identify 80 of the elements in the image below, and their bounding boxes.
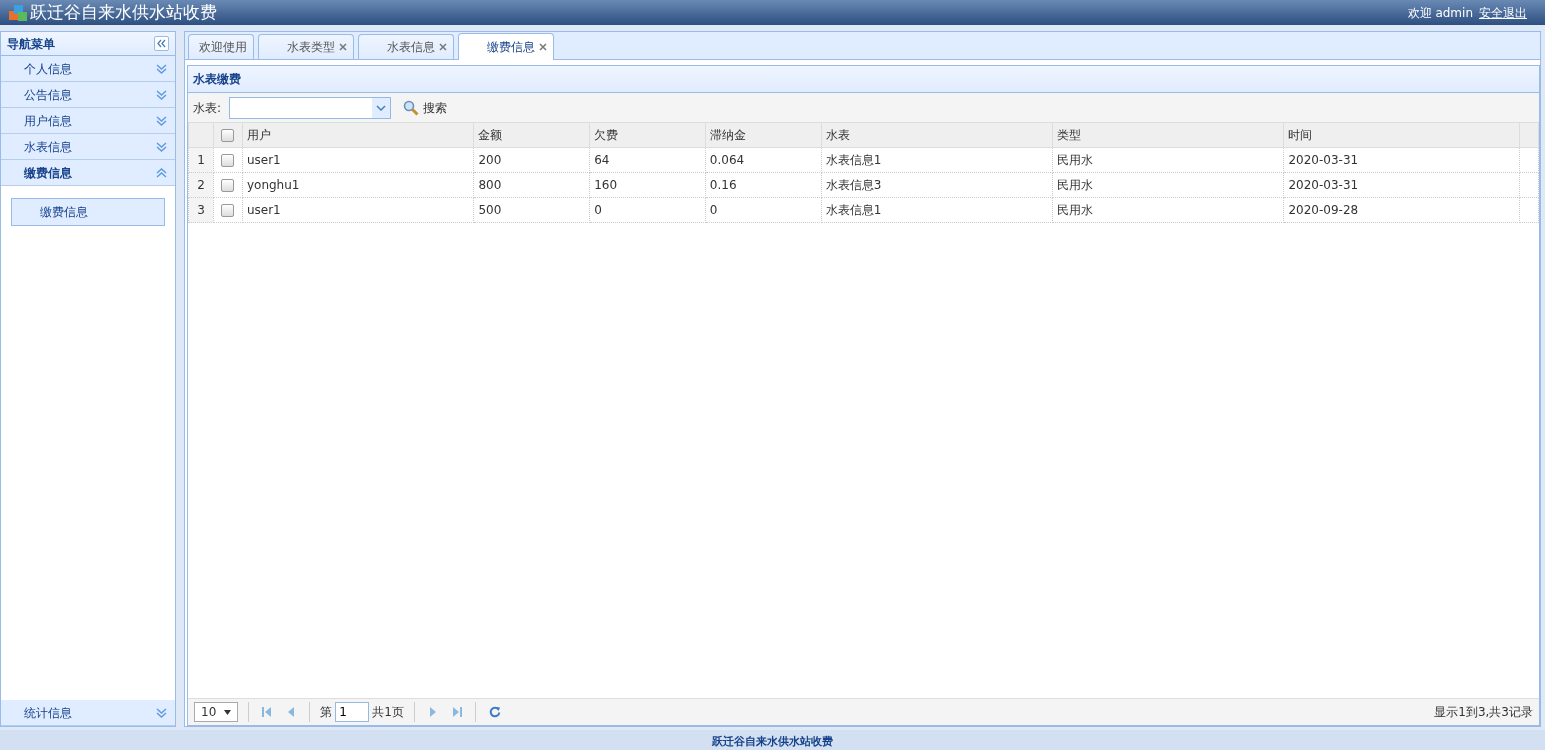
accordion-header[interactable]: 个人信息 [1,56,175,82]
welcome-text: 欢迎 admin [1407,4,1473,22]
search-icon [403,99,420,116]
app-title: 跃迁谷自来水供水站收费 [30,0,217,24]
row-checkbox[interactable] [221,204,235,217]
accordion-header[interactable]: 用户信息 [1,108,175,134]
accordion-header[interactable]: 公告信息 [1,82,175,108]
sidebar-title: 导航菜单 [7,35,55,53]
page-number-field[interactable]: 1 [335,702,370,722]
accordion-header[interactable]: 统计信息 [1,700,175,726]
row-number: 1 [188,147,214,173]
row-number: 2 [188,172,214,198]
column-header[interactable]: 水表 [821,122,1053,148]
table-cell: 民用水 [1052,172,1284,198]
table-cell: 0 [705,197,822,223]
row-number: 3 [188,197,214,223]
meter-combobox[interactable] [229,96,392,119]
double-chevron-down-icon [156,707,167,718]
table-cell: 2020-03-31 [1283,147,1520,173]
accordion-header[interactable]: 缴费信息 [1,160,175,186]
table-cell: user1 [242,147,474,173]
select-all-checkbox[interactable] [221,129,235,142]
accordion-header[interactable]: 水表信息 [1,134,175,160]
close-icon[interactable] [339,43,347,51]
table-cell: 800 [473,172,590,198]
tab[interactable]: 欢迎使用 [188,34,254,59]
column-header[interactable]: 用户 [242,122,474,148]
table-cell: user1 [242,197,474,223]
table-cell: 水表信息1 [821,147,1053,173]
panel-title: 水表缴费 [193,71,241,88]
page-label: 第 [320,704,333,721]
column-header[interactable]: 类型 [1052,122,1284,148]
column-header[interactable]: 欠费 [589,122,706,148]
double-chevron-down-icon [156,115,167,126]
close-icon[interactable] [439,43,447,51]
table-cell: 500 [473,197,590,223]
table-cell: yonghu1 [242,172,474,198]
cubes-logo-icon [8,3,28,22]
first-page-icon [262,707,272,717]
table-cell: 0.064 [705,147,822,173]
tab[interactable]: 缴费信息 [458,33,554,60]
row-checkbox[interactable] [221,179,235,192]
column-header[interactable]: 时间 [1283,122,1520,148]
table-cell: 160 [589,172,706,198]
table-cell: 0 [589,197,706,223]
table-cell: 0.16 [705,172,822,198]
table-cell: 水表信息1 [821,197,1053,223]
table-cell: 200 [473,147,590,173]
column-header[interactable]: 金额 [473,122,590,148]
double-chevron-down-icon [156,63,167,74]
refresh-icon [488,706,501,718]
table-cell: 2020-09-28 [1283,197,1520,223]
table-cell: 民用水 [1052,147,1284,173]
pager-info: 显示1到3,共3记录 [1434,704,1533,721]
tab[interactable]: 水表类型 [258,34,354,59]
double-chevron-down-icon [156,141,167,152]
row-checkbox[interactable] [221,154,235,167]
caret-down-icon [224,709,232,715]
filter-label: 水表: [193,99,222,117]
chevron-down-icon [376,104,387,111]
page-total: 共1页 [372,704,404,721]
double-chevron-up-icon [156,167,167,178]
menu-link[interactable]: 缴费信息 [11,198,165,226]
collapse-button[interactable] [154,36,169,51]
double-chevron-left-icon [157,39,166,48]
previous-page-icon [287,707,297,717]
last-page-icon [452,707,462,717]
column-header[interactable]: 滞纳金 [705,122,822,148]
page-size-select[interactable]: 10 [194,702,239,722]
close-icon[interactable] [539,43,547,51]
logout-link[interactable]: 安全退出 [1479,3,1527,22]
next-page-icon [427,707,437,717]
double-chevron-down-icon [156,89,167,100]
table-cell: 民用水 [1052,197,1284,223]
table-cell: 2020-03-31 [1283,172,1520,198]
table-cell: 水表信息3 [821,172,1053,198]
table-cell: 64 [589,147,706,173]
footer-text: 跃迁谷自来水供水站收费 [712,733,833,750]
search-button[interactable]: 搜索 [399,98,452,117]
tab[interactable]: 水表信息 [358,34,454,59]
